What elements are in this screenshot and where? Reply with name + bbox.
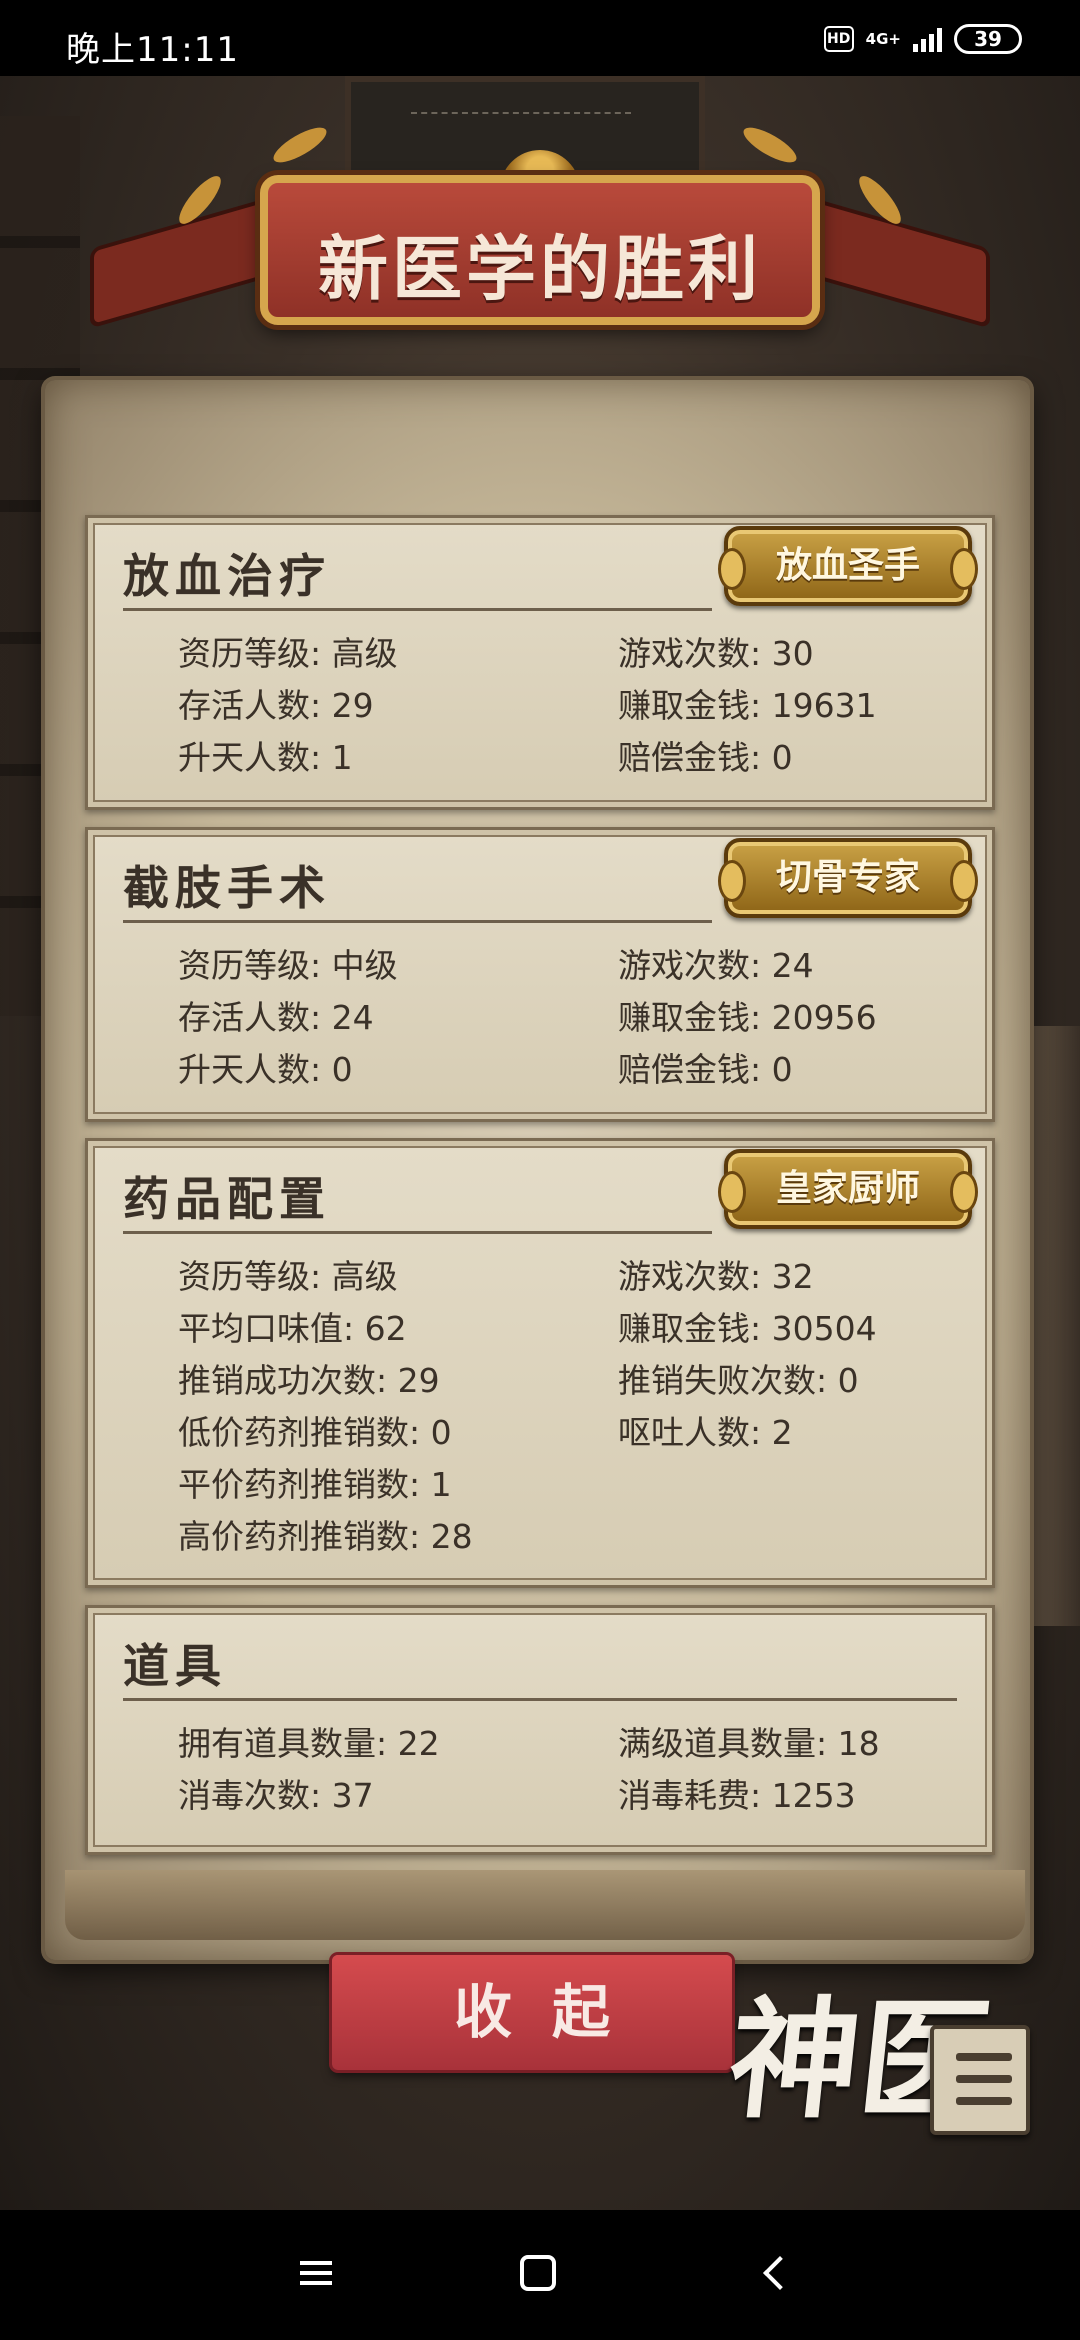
achievement-badge: 切骨专家 (718, 838, 978, 918)
hd-icon: HD (823, 26, 854, 52)
status-icons: HD 4G+ 39 (823, 24, 1022, 54)
section-title: 截肢手术 (123, 861, 331, 915)
stats-grid: 拥有道具数量: 22 满级道具数量: 18 消毒次数: 37 消毒耗费: 125… (178, 1723, 962, 1817)
stat-item: 低价药剂推销数: 0 (178, 1413, 452, 1452)
stat-item: 赚取金钱: 30504 (618, 1309, 877, 1348)
stat-item: 资历等级: 中级 (178, 946, 398, 985)
stat-item: 平均口味值: 62 (178, 1309, 407, 1348)
stat-item: 资历等级: 高级 (178, 634, 398, 673)
back-nav-icon[interactable] (756, 2255, 796, 2295)
achievement-badge: 皇家厨师 (718, 1149, 978, 1229)
section-title: 药品配置 (123, 1172, 331, 1226)
stat-item: 消毒次数: 37 (178, 1776, 374, 1815)
stat-item: 赔偿金钱: 0 (618, 1050, 793, 1089)
stats-grid: 资历等级: 高级 游戏次数: 30 存活人数: 29 赚取金钱: 19631 升… (178, 633, 962, 779)
stats-grid: 资历等级: 高级 游戏次数: 32 平均口味值: 62 赚取金钱: 30504 … (178, 1256, 962, 1558)
stat-item: 游戏次数: 32 (618, 1257, 814, 1296)
stat-item: 赔偿金钱: 0 (618, 738, 793, 777)
stat-empty (618, 1464, 962, 1506)
section-items: 道具 拥有道具数量: 22 满级道具数量: 18 消毒次数: 37 消毒耗费: … (85, 1605, 995, 1855)
page-title: 新医学的胜利 (318, 227, 762, 310)
home-nav-icon[interactable] (520, 2255, 556, 2291)
stat-item: 游戏次数: 24 (618, 946, 814, 985)
stat-item: 升天人数: 1 (178, 738, 353, 777)
section-bloodletting: 放血治疗 放血圣手 资历等级: 高级 游戏次数: 30 存活人数: 29 赚取金… (85, 515, 995, 810)
section-title: 放血治疗 (123, 549, 331, 603)
stat-item: 平价药剂推销数: 1 (178, 1465, 452, 1504)
banner-plate: 新医学的胜利 (260, 175, 820, 325)
stat-item: 赚取金钱: 20956 (618, 998, 877, 1037)
stat-item: 升天人数: 0 (178, 1050, 353, 1089)
stat-item: 赚取金钱: 19631 (618, 686, 877, 725)
stat-item: 存活人数: 24 (178, 998, 374, 1037)
signal-icon (913, 26, 942, 52)
menu-list-button[interactable] (930, 2025, 1030, 2135)
stat-item: 推销失败次数: 0 (618, 1361, 859, 1400)
title-banner: 新医学的胜利 (90, 80, 990, 400)
network-type: 4G+ (865, 30, 901, 48)
collapse-button[interactable]: 收起 (332, 1955, 732, 2070)
stat-item: 高价药剂推销数: 28 (178, 1517, 473, 1556)
achievement-badge: 放血圣手 (718, 526, 978, 606)
stat-item: 推销成功次数: 29 (178, 1361, 440, 1400)
section-title: 道具 (123, 1639, 227, 1693)
status-bar: 晚上11:11 HD 4G+ 39 (0, 0, 1080, 76)
stat-item: 消毒耗费: 1253 (618, 1776, 856, 1815)
parchment-edge (65, 1870, 1025, 1940)
stat-item: 游戏次数: 30 (618, 634, 814, 673)
battery-icon: 39 (954, 24, 1022, 54)
stat-item: 呕吐人数: 2 (618, 1413, 793, 1452)
stat-item: 满级道具数量: 18 (618, 1724, 880, 1763)
stat-item: 资历等级: 高级 (178, 1257, 398, 1296)
stat-item: 拥有道具数量: 22 (178, 1724, 440, 1763)
section-medicine: 药品配置 皇家厨师 资历等级: 高级 游戏次数: 32 平均口味值: 62 赚取… (85, 1138, 995, 1588)
stat-item: 存活人数: 29 (178, 686, 374, 725)
menu-nav-icon[interactable] (296, 2255, 336, 2295)
navigation-bar (0, 2210, 1080, 2340)
stats-grid: 资历等级: 中级 游戏次数: 24 存活人数: 24 赚取金钱: 20956 升… (178, 945, 962, 1091)
status-time: 晚上11:11 (66, 30, 239, 70)
section-amputation: 截肢手术 切骨专家 资历等级: 中级 游戏次数: 24 存活人数: 24 赚取金… (85, 827, 995, 1122)
